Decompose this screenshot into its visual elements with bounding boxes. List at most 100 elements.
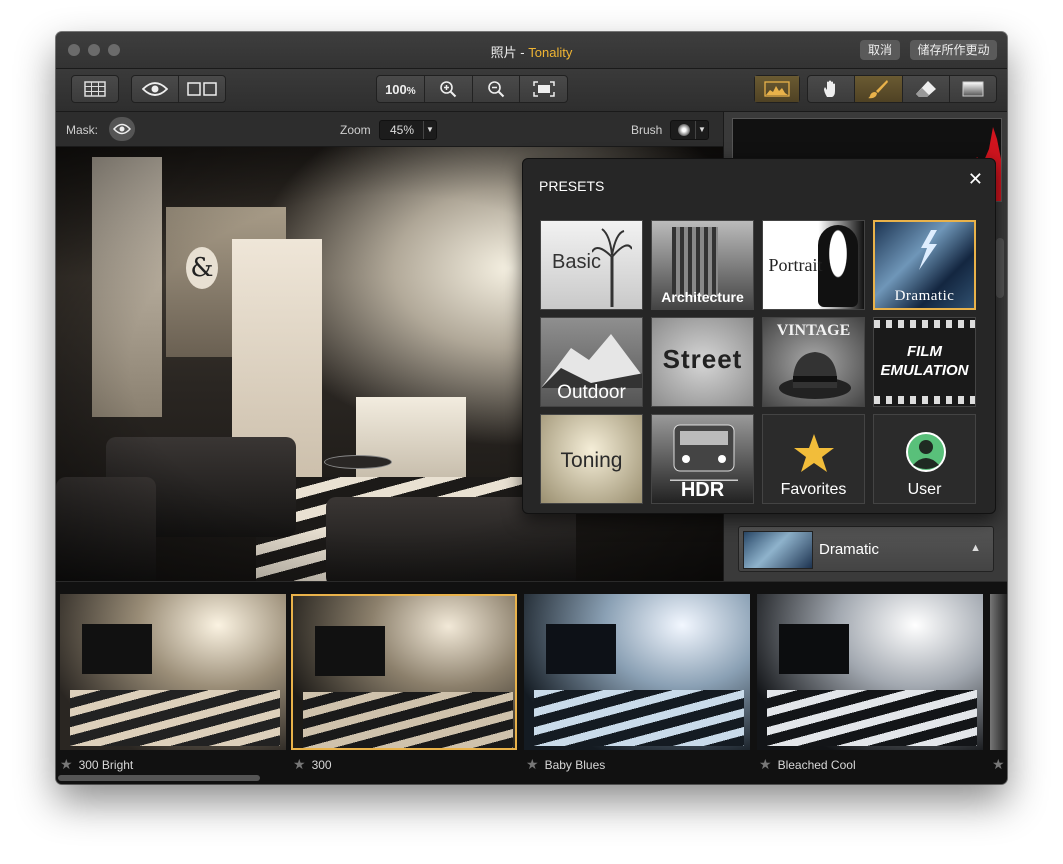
preset-tile-user[interactable]: User [873, 414, 976, 504]
film-strip-top [874, 320, 975, 328]
fit-to-window-button[interactable] [520, 76, 567, 102]
preset-tile-film-emulation[interactable]: FILM EMULATION [873, 317, 976, 407]
grid-icon [84, 81, 106, 97]
histogram-toggle-group [754, 75, 800, 103]
filmstrip-label-partial: ★ [992, 756, 1007, 773]
hand-tool-button[interactable] [808, 76, 856, 102]
preset-tile-dramatic[interactable]: Dramatic [873, 220, 976, 310]
zoom-in-button[interactable] [425, 76, 473, 102]
eye-icon [113, 123, 131, 135]
chevron-down-icon: ▼ [423, 121, 436, 139]
preset-selector[interactable]: Dramatic ▲ [738, 526, 994, 572]
compare-view-button[interactable] [179, 76, 225, 102]
preset-tile-architecture[interactable]: Architecture [651, 220, 754, 310]
fedora-hat-icon [779, 352, 851, 399]
preset-tile-label: VINTAGE [776, 322, 851, 339]
preset-thumbnail [743, 531, 813, 569]
preset-tile-street[interactable]: Street [651, 317, 754, 407]
current-preset-label: Dramatic [819, 541, 880, 558]
zoom-out-button[interactable] [473, 76, 521, 102]
histogram-icon [764, 81, 790, 97]
user-icon [906, 432, 946, 472]
thumb-floor [767, 690, 977, 746]
zoom-controls-group: 100% [376, 75, 568, 103]
star-icon[interactable]: ★ [60, 756, 73, 772]
thumb-floor [534, 690, 744, 746]
star-icon[interactable]: ★ [526, 756, 539, 772]
brush-label: Brush [631, 123, 663, 137]
thumb-wall-board [779, 624, 849, 674]
mask-toggle-button[interactable] [109, 117, 135, 141]
preview-toggle-button[interactable] [132, 76, 179, 102]
preset-tile-label: Street [662, 344, 743, 374]
preset-tile-label: Outdoor [557, 382, 626, 403]
app-name: Tonality [528, 45, 573, 60]
preset-tile-label: Basic [552, 251, 601, 273]
preset-tile-portrait[interactable]: Portrait [762, 220, 865, 310]
thumb-wall-board [546, 624, 616, 674]
filmstrip-label-text: 300 [311, 758, 332, 772]
gradient-icon [962, 81, 984, 97]
preset-tile-hdr[interactable]: HDR [651, 414, 754, 504]
star-icon [794, 434, 834, 472]
zoom-dropdown[interactable]: 45% ▼ [379, 120, 437, 140]
film-strip-bottom [874, 396, 975, 404]
preset-tile-label: Architecture [661, 289, 744, 305]
filmstrip-thumb-bleached-cool[interactable] [757, 594, 983, 750]
star-icon[interactable]: ★ [759, 756, 772, 772]
split-view-icon [187, 82, 217, 96]
building-graphic [672, 227, 718, 297]
zoom-out-icon [488, 81, 505, 98]
preset-tile-basic[interactable]: Basic [540, 220, 643, 310]
zoom-dropdown-value: 45% [390, 123, 415, 137]
preset-tile-toning[interactable]: Toning [540, 414, 643, 504]
title-bar: 照片 - Tonality 取消 储存所作更动 [56, 32, 1007, 69]
filmstrip-label: ★ Bleached Cool [759, 756, 856, 773]
filmstrip-toggle-button[interactable] [72, 76, 118, 102]
mountain-graphic [541, 334, 642, 388]
options-bar: Mask: Zoom 45% ▼ Brush ▼ [56, 112, 723, 147]
thumb-wall-board [315, 626, 385, 676]
eye-icon [142, 82, 168, 96]
filmstrip-label-text: Baby Blues [544, 758, 606, 772]
presets-popup: PRESETS ✕ Basic Architecture Portrait Dr… [522, 158, 996, 514]
filmstrip-scrollbar[interactable] [58, 775, 260, 781]
preset-tile-outdoor[interactable]: Outdoor [540, 317, 643, 407]
filmstrip-thumb-300-bright[interactable] [60, 594, 286, 750]
document-title: 照片 [490, 45, 517, 60]
zoom-100-unit: % [406, 85, 416, 97]
zoom-label: Zoom [340, 123, 371, 137]
save-changes-button[interactable]: 储存所作更动 [910, 40, 997, 60]
histogram-toggle-button[interactable] [755, 76, 799, 102]
brush-tool-button[interactable] [855, 76, 903, 102]
view-mode-group [131, 75, 226, 103]
presets-title: PRESETS [539, 178, 605, 194]
star-icon[interactable]: ★ [992, 756, 1005, 772]
filmstrip-thumb-300[interactable] [291, 594, 517, 750]
filmstrip-thumb-partial[interactable] [990, 594, 1007, 750]
chevron-down-icon: ▼ [695, 121, 708, 139]
gradient-tool-button[interactable] [950, 76, 996, 102]
toolbar: 100% [56, 69, 1007, 112]
filmstrip-label-text: 300 Bright [78, 758, 134, 772]
preset-tile-vintage[interactable]: VINTAGE [762, 317, 865, 407]
star-icon[interactable]: ★ [293, 756, 306, 772]
zoom-100-button[interactable]: 100% [377, 76, 425, 102]
brush-icon [868, 80, 889, 99]
filmstrip: ★ 300 Bright ★ 300 ★ Baby Blues ★ Bleached C… [56, 582, 1007, 784]
filmstrip-thumb-baby-blues[interactable] [524, 594, 750, 750]
filmstrip-label: ★ 300 [293, 756, 332, 773]
thumb-floor [303, 692, 513, 748]
brush-dropdown[interactable]: ▼ [670, 120, 709, 140]
close-icon[interactable]: ✕ [968, 169, 983, 190]
eraser-tool-button[interactable] [903, 76, 950, 102]
panel-scrollbar[interactable] [996, 238, 1004, 298]
zoom-in-icon [440, 81, 457, 98]
brush-size-icon [678, 124, 690, 136]
triangle-up-icon: ▲ [970, 542, 981, 554]
preset-tile-favorites[interactable]: Favorites [762, 414, 865, 504]
hand-icon [824, 80, 836, 97]
filmstrip-label-text: Bleached Cool [777, 758, 856, 772]
cancel-button[interactable]: 取消 [860, 40, 900, 60]
preset-tile-label: Favorites [780, 481, 847, 498]
